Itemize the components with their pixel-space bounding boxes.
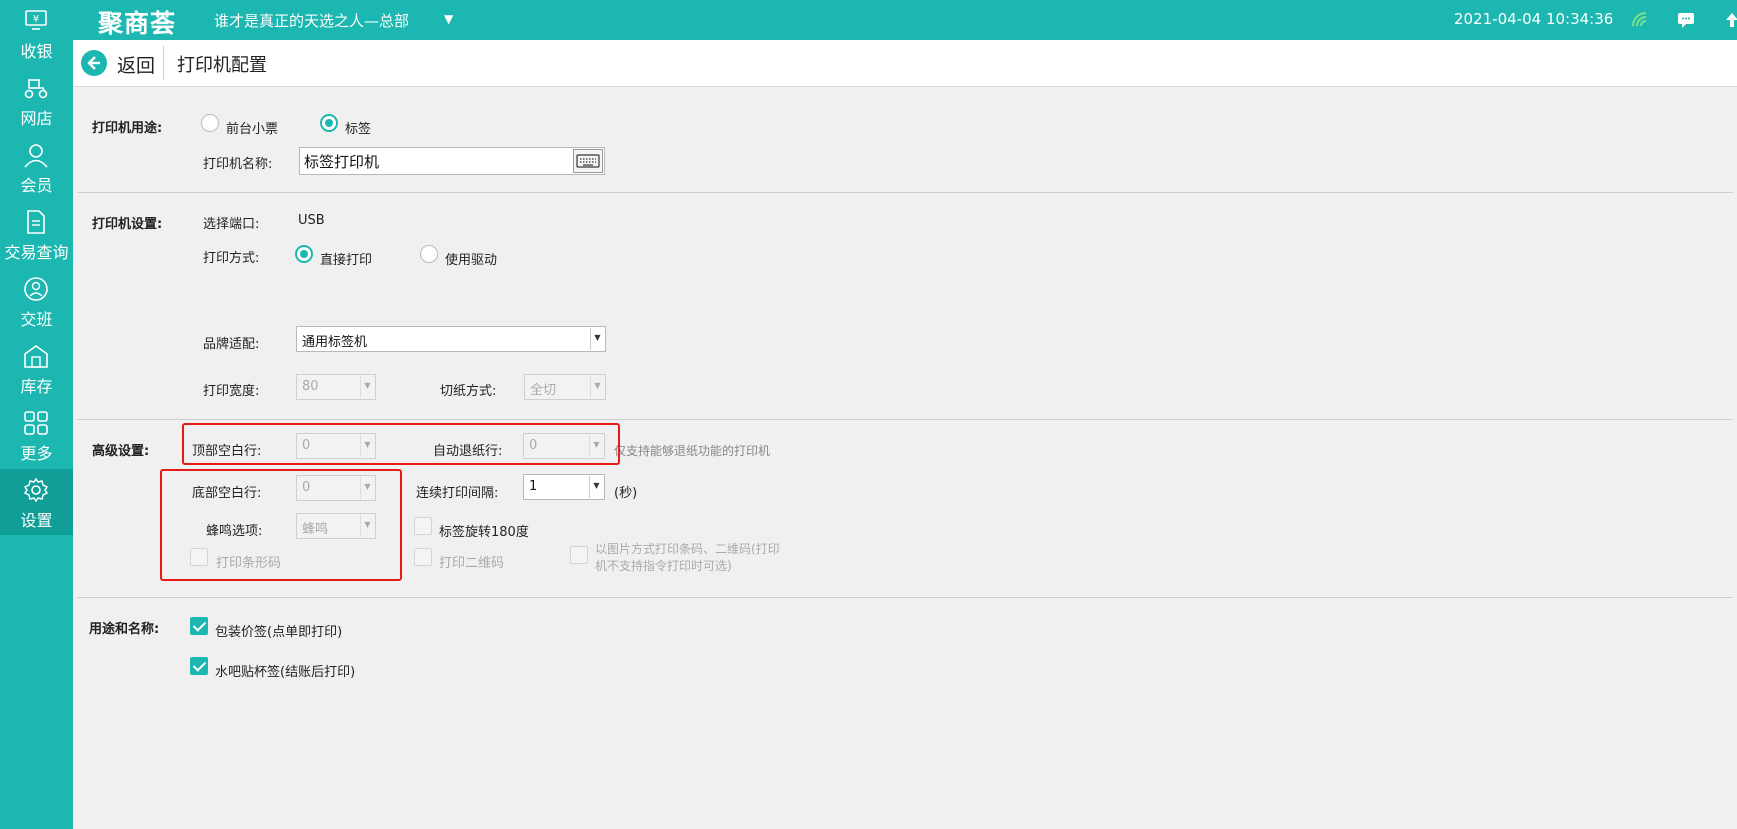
highlight-box-bottom-blank xyxy=(160,469,402,581)
image-mode-label-line2: 机不支持指令打印时可选) xyxy=(595,559,732,573)
brand-select[interactable]: 通用标签机 ▼ xyxy=(296,326,606,352)
radio-receipt[interactable] xyxy=(201,114,219,132)
radio-use-driver[interactable] xyxy=(420,245,438,263)
cut-mode-select[interactable]: 全切 ▼ xyxy=(524,374,606,400)
back-label: 返回 xyxy=(117,55,156,77)
usage-item1-checkbox[interactable] xyxy=(190,617,208,635)
radio-receipt-label: 前台小票 xyxy=(226,122,279,137)
image-mode-checkbox[interactable] xyxy=(570,546,588,564)
print-width-label: 打印宽度: xyxy=(203,384,260,399)
sidebar-item-shift-handover[interactable]: 交班 xyxy=(0,268,73,334)
sidebar-item-transactions[interactable]: 交易查询 xyxy=(0,201,73,267)
wifi-icon xyxy=(1632,12,1647,27)
section-divider xyxy=(77,192,1733,193)
print-interval-select[interactable]: 1 ▼ xyxy=(523,474,605,500)
radio-direct-print[interactable] xyxy=(295,245,313,263)
back-arrow-icon xyxy=(81,50,107,76)
message-icon[interactable] xyxy=(1676,10,1696,30)
grid-icon xyxy=(24,411,48,435)
datetime-display: 2021-04-04 10:34:36 xyxy=(1454,10,1614,28)
usage-item2-label: 水吧贴杯签(结账后打印) xyxy=(215,665,356,680)
printer-config-panel: 打印机用途: 前台小票 标签 打印机名称: 标签打印机 打印机设置: 选择端口:… xyxy=(73,88,1737,829)
user-icon xyxy=(24,144,48,168)
print-method-label: 打印方式: xyxy=(203,251,260,266)
advanced-settings-title: 高级设置: xyxy=(92,444,150,459)
sidebar-item-inventory[interactable]: 库存 xyxy=(0,335,73,401)
sidebar-item-more[interactable]: 更多 xyxy=(0,402,73,468)
upload-icon[interactable] xyxy=(1722,10,1737,30)
rotate-180-label: 标签旋转180度 xyxy=(439,525,529,540)
sidebar-item-label: 网店 xyxy=(20,109,53,128)
interval-unit: (秒) xyxy=(614,486,638,501)
brand-select-value: 通用标签机 xyxy=(302,335,368,350)
printer-settings-title: 打印机设置: xyxy=(92,217,163,232)
printer-name-value: 标签打印机 xyxy=(304,153,380,171)
sidebar-item-label: 更多 xyxy=(20,444,53,463)
page-header: 返回 打印机配置 xyxy=(73,40,1737,87)
radio-direct-print-label: 直接打印 xyxy=(320,253,373,268)
print-width-select[interactable]: 80 ▼ xyxy=(296,374,376,400)
sidebar-item-online-store[interactable]: 网店 xyxy=(0,67,73,133)
chevron-down-icon: ▼ xyxy=(590,376,604,398)
print-interval-value: 1 xyxy=(529,479,538,494)
port-value: USB xyxy=(298,213,325,228)
sidebar-item-label: 交易查询 xyxy=(4,243,69,262)
sidebar-item-label: 收银 xyxy=(20,42,53,61)
usage-item2-checkbox[interactable] xyxy=(190,657,208,675)
sidebar-item-settings[interactable]: 设置 xyxy=(0,469,73,535)
print-qrcode-label: 打印二维码 xyxy=(439,556,505,571)
app-logo: 聚商荟 xyxy=(98,9,177,38)
cut-mode-value: 全切 xyxy=(530,383,557,398)
handover-icon xyxy=(24,277,48,301)
print-width-value: 80 xyxy=(302,379,319,394)
keyboard-icon[interactable] xyxy=(573,149,603,173)
print-interval-label: 连续打印间隔: xyxy=(416,486,499,501)
sidebar: ¥ 收银 网店 会员 交易查询 交班 库存 更多 设置 xyxy=(0,0,73,829)
rotate-180-checkbox[interactable] xyxy=(414,517,432,535)
section-divider xyxy=(77,419,1733,420)
header-divider xyxy=(163,46,164,80)
page-title: 打印机配置 xyxy=(177,55,267,76)
section-divider xyxy=(77,597,1733,598)
radio-label-printer[interactable] xyxy=(320,114,338,132)
chevron-down-icon: ▼ xyxy=(360,376,374,398)
image-mode-label-line1: 以图片方式打印条码、二维码(打印 xyxy=(595,542,780,556)
chevron-down-icon: ▼ xyxy=(589,476,603,498)
highlight-box-top-blank xyxy=(182,423,620,465)
cash-register-icon: ¥ xyxy=(25,10,47,30)
svg-text:¥: ¥ xyxy=(33,14,39,25)
delivery-scooter-icon xyxy=(24,79,48,99)
retreat-note: 仅支持能够退纸功能的打印机 xyxy=(614,444,771,458)
usage-section-title: 用途和名称: xyxy=(89,622,160,637)
sidebar-item-members[interactable]: 会员 xyxy=(0,134,73,200)
usage-item1-label: 包装价签(点单即打印) xyxy=(215,625,343,640)
cut-mode-label: 切纸方式: xyxy=(440,384,497,399)
sidebar-item-label: 设置 xyxy=(20,511,53,530)
gear-icon xyxy=(23,477,49,503)
purpose-section-title: 打印机用途: xyxy=(92,121,163,136)
top-bar: 聚商荟 谁才是真正的天选之人—总部 ▼ 2021-04-04 10:34:36 xyxy=(0,0,1737,40)
chevron-down-icon[interactable]: ▼ xyxy=(444,12,453,26)
document-icon xyxy=(27,210,45,234)
store-selector[interactable]: 谁才是真正的天选之人—总部 xyxy=(214,10,409,31)
printer-name-input[interactable]: 标签打印机 xyxy=(299,147,605,175)
brand-label: 品牌适配: xyxy=(203,337,260,352)
chevron-down-icon: ▼ xyxy=(590,328,604,350)
port-label: 选择端口: xyxy=(203,217,260,232)
radio-label-printer-label: 标签 xyxy=(345,122,372,137)
warehouse-icon xyxy=(24,345,48,368)
radio-use-driver-label: 使用驱动 xyxy=(445,253,498,268)
print-qrcode-checkbox[interactable] xyxy=(414,548,432,566)
printer-name-label: 打印机名称: xyxy=(203,157,273,172)
sidebar-item-label: 库存 xyxy=(20,377,53,396)
sidebar-item-label: 交班 xyxy=(20,310,53,329)
sidebar-item-label: 会员 xyxy=(20,176,53,195)
sidebar-item-cashier[interactable]: ¥ 收银 xyxy=(0,0,73,66)
